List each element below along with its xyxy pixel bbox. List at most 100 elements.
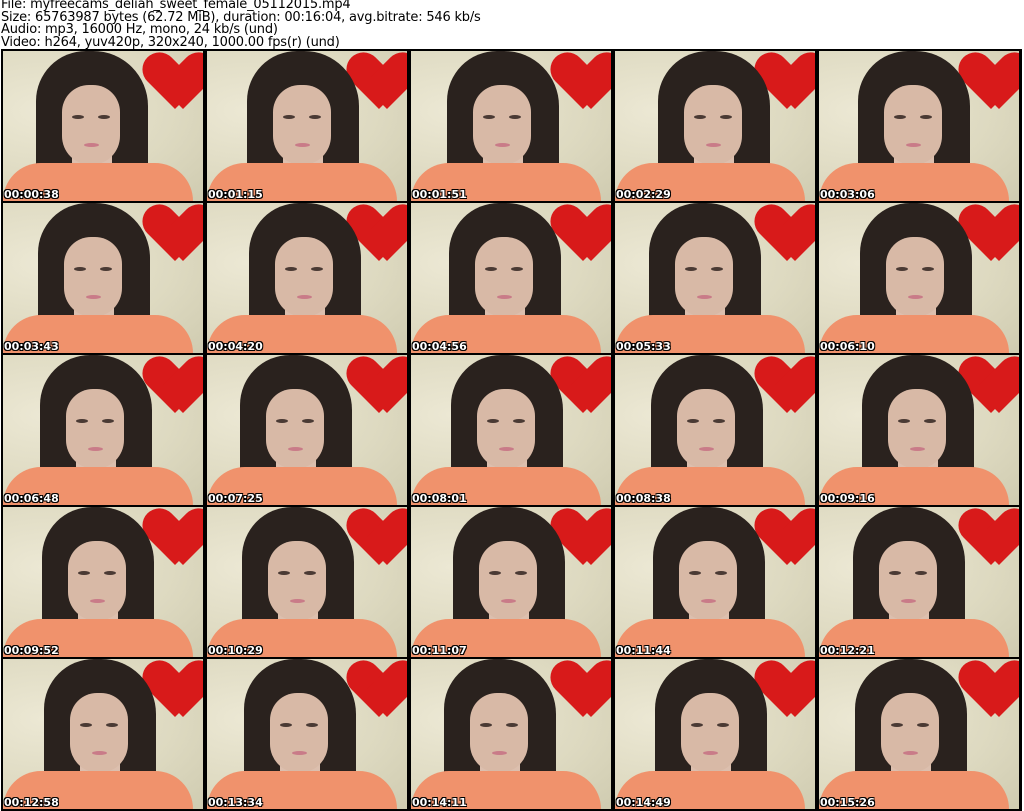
mouth: [501, 599, 516, 603]
timestamp: 00:02:29: [616, 188, 671, 201]
thumbnail[interactable]: 00:01:51: [411, 51, 611, 201]
timestamp: 00:12:58: [4, 796, 59, 809]
heart-balloon: [353, 509, 407, 579]
eye: [513, 419, 525, 423]
face: [479, 541, 537, 621]
timestamp: 00:08:38: [616, 492, 671, 505]
eye: [100, 267, 112, 271]
eye: [509, 115, 521, 119]
thumbnail[interactable]: 00:02:29: [615, 51, 815, 201]
eye: [922, 267, 934, 271]
timestamp: 00:06:48: [4, 492, 59, 505]
heart-balloon: [149, 661, 203, 731]
thumbnail[interactable]: 00:12:21: [819, 507, 1019, 657]
mouth: [492, 751, 507, 755]
timestamp: 00:04:56: [412, 340, 467, 353]
timestamp: 00:03:06: [820, 188, 875, 201]
eye: [694, 115, 706, 119]
eye: [280, 723, 292, 727]
eye: [285, 267, 297, 271]
heart-balloon: [557, 357, 611, 427]
eye: [276, 419, 288, 423]
thumbnail[interactable]: 00:07:25: [207, 355, 407, 505]
mouth: [292, 751, 307, 755]
face: [681, 693, 739, 773]
eye: [304, 571, 316, 575]
heart-balloon: [965, 53, 1019, 123]
thumbnail[interactable]: 00:11:44: [615, 507, 815, 657]
thumbnail[interactable]: 00:09:52: [3, 507, 203, 657]
thumbnail[interactable]: 00:09:16: [819, 355, 1019, 505]
face: [275, 237, 333, 317]
thumbnail[interactable]: 00:08:38: [615, 355, 815, 505]
eye: [924, 419, 936, 423]
thumbnail[interactable]: 00:01:15: [207, 51, 407, 201]
eye: [480, 723, 492, 727]
heart-balloon: [761, 661, 815, 731]
thumbnail[interactable]: 00:03:06: [819, 51, 1019, 201]
timestamp: 00:09:16: [820, 492, 875, 505]
eye: [278, 571, 290, 575]
heart-balloon: [557, 53, 611, 123]
thumbnail[interactable]: 00:14:11: [411, 659, 611, 809]
face: [477, 389, 535, 469]
thumbnail[interactable]: 00:03:43: [3, 203, 203, 353]
eye: [898, 419, 910, 423]
thumbnail[interactable]: 00:12:58: [3, 659, 203, 809]
heart-balloon: [965, 661, 1019, 731]
thumbnail[interactable]: 00:04:20: [207, 203, 407, 353]
mouth: [497, 295, 512, 299]
eye: [72, 115, 84, 119]
eye: [302, 419, 314, 423]
heart-balloon: [761, 357, 815, 427]
thumbnail[interactable]: 00:05:33: [615, 203, 815, 353]
eye: [74, 267, 86, 271]
eye: [711, 267, 723, 271]
eye: [687, 419, 699, 423]
timestamp: 00:01:51: [412, 188, 467, 201]
video-info: Video: h264, yuv420p, 320x240, 1000.00 f…: [1, 34, 340, 50]
timestamp: 00:15:26: [820, 796, 875, 809]
eye: [78, 571, 90, 575]
thumbnail[interactable]: 00:04:56: [411, 203, 611, 353]
eye: [917, 723, 929, 727]
face: [886, 237, 944, 317]
eye: [283, 115, 295, 119]
thumbnail[interactable]: 00:15:26: [819, 659, 1019, 809]
mouth: [495, 143, 510, 147]
thumbnail[interactable]: 00:06:48: [3, 355, 203, 505]
timestamp: 00:13:34: [208, 796, 263, 809]
eye: [485, 267, 497, 271]
eye: [311, 267, 323, 271]
mouth: [288, 447, 303, 451]
mouth: [499, 447, 514, 451]
thumbnail[interactable]: 00:11:07: [411, 507, 611, 657]
eye: [889, 571, 901, 575]
heart-balloon: [353, 357, 407, 427]
mouth: [297, 295, 312, 299]
face: [879, 541, 937, 621]
face: [473, 85, 531, 165]
mouth: [908, 295, 923, 299]
timestamp: 00:07:25: [208, 492, 263, 505]
thumbnail[interactable]: 00:06:10: [819, 203, 1019, 353]
mouth: [86, 295, 101, 299]
face: [888, 389, 946, 469]
eye: [309, 115, 321, 119]
timestamp: 00:14:49: [616, 796, 671, 809]
thumbnail[interactable]: 00:08:01: [411, 355, 611, 505]
thumbnail[interactable]: 00:14:49: [615, 659, 815, 809]
timestamp: 00:03:43: [4, 340, 59, 353]
eye: [506, 723, 518, 727]
eye: [483, 115, 495, 119]
eye: [920, 115, 932, 119]
mouth: [701, 599, 716, 603]
thumbnail[interactable]: 00:00:38: [3, 51, 203, 201]
eye: [106, 723, 118, 727]
face: [470, 693, 528, 773]
thumbnail[interactable]: 00:10:29: [207, 507, 407, 657]
thumbnail[interactable]: 00:13:34: [207, 659, 407, 809]
eye: [489, 571, 501, 575]
eye: [894, 115, 906, 119]
face: [273, 85, 331, 165]
